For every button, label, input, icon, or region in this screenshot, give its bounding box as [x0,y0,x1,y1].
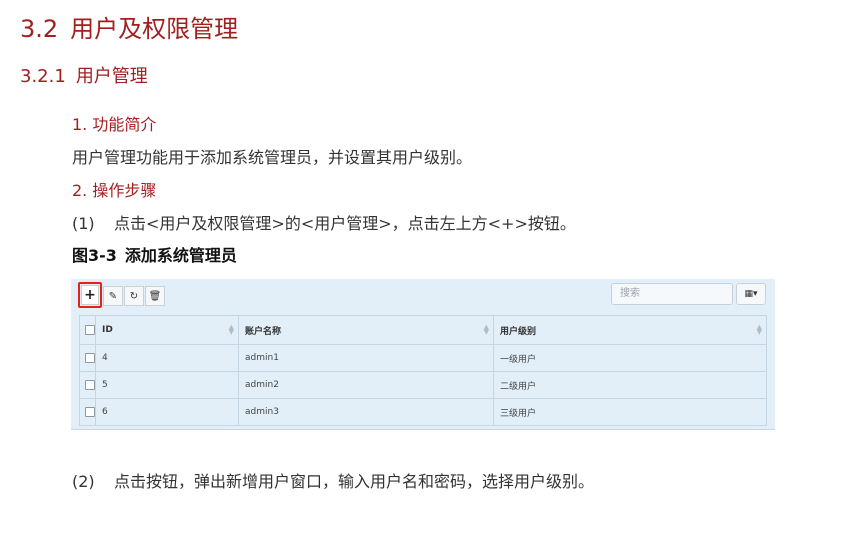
step-2: (2) 点击按钮，弹出新增用户窗口，输入用户名和密码，选择用户级别。 [72,468,594,492]
cell-level: 二级用户 [493,371,767,399]
row-checkbox[interactable] [85,352,95,363]
columns-toggle-button[interactable]: ▦▾ [736,283,766,305]
delete-icon[interactable]: 🗑 [145,286,165,306]
cell-id: 4 [95,344,239,372]
step-1-text: 点击<用户及权限管理>的<用户管理>，点击左上方<+>按钮。 [114,214,576,233]
table-header-row: ID ▲ ▼ 账户名称 ▲ ▼ 用户级别 ▲ ▼ [79,315,767,345]
table-row[interactable]: 6 admin3 三级用户 [79,398,767,426]
search-input[interactable]: 搜索 [611,283,733,305]
select-all-checkbox[interactable] [85,324,95,335]
row-checkbox[interactable] [85,379,95,390]
subsection-title: 3.2.1 用户管理 [20,62,148,88]
column-header-id[interactable]: ID ▲ ▼ [95,315,239,345]
select-all-cell [79,315,96,345]
step-1: (1) 点击<用户及权限管理>的<用户管理>，点击左上方<+>按钮。 [72,210,576,234]
steps-heading: 2. 操作步骤 [72,181,157,200]
figure-number: 图3-3 [72,246,117,265]
step-2-index: (2) [72,472,95,491]
subsection-number: 3.2.1 [20,66,66,87]
cell-account: admin3 [238,398,494,426]
intro-text: 用户管理功能用于添加系统管理员，并设置其用户级别。 [72,148,473,167]
figure-caption: 图3-3 添加系统管理员 [72,242,237,266]
cell-account: admin1 [238,344,494,372]
section-title: 3.2 用户及权限管理 [20,9,238,44]
intro-heading: 1. 功能简介 [72,115,157,134]
figure-caption-text: 添加系统管理员 [124,246,237,265]
cell-id: 6 [95,398,239,426]
cell-id: 5 [95,371,239,399]
screenshot-panel: + ✎ ↻ 🗑 搜索 ▦▾ ID ▲ ▼ 账户名称 ▲ ▼ 用户级别 ▲ ▼ 4 admin… [71,279,775,430]
sort-icon: ▲ ▼ [483,323,489,336]
user-table: ID ▲ ▼ 账户名称 ▲ ▼ 用户级别 ▲ ▼ 4 admin1 一级用户 5 admin… [79,315,767,426]
add-button[interactable]: + [81,285,99,305]
refresh-icon[interactable]: ↻ [124,286,144,306]
cell-account: admin2 [238,371,494,399]
table-row[interactable]: 4 admin1 一级用户 [79,344,767,372]
column-header-level[interactable]: 用户级别 ▲ ▼ [493,315,767,345]
section-number: 3.2 [20,15,59,43]
section-title-text: 用户及权限管理 [70,15,239,43]
edit-icon[interactable]: ✎ [103,286,123,306]
step-1-index: (1) [72,214,95,233]
cell-level: 一级用户 [493,344,767,372]
sort-icon: ▲ ▼ [756,323,762,336]
sort-icon: ▲ ▼ [228,323,234,336]
cell-level: 三级用户 [493,398,767,426]
row-checkbox[interactable] [85,406,95,417]
column-header-account[interactable]: 账户名称 ▲ ▼ [238,315,494,345]
subsection-title-text: 用户管理 [75,66,148,87]
table-row[interactable]: 5 admin2 二级用户 [79,371,767,399]
step-2-text: 点击按钮，弹出新增用户窗口，输入用户名和密码，选择用户级别。 [114,472,595,491]
